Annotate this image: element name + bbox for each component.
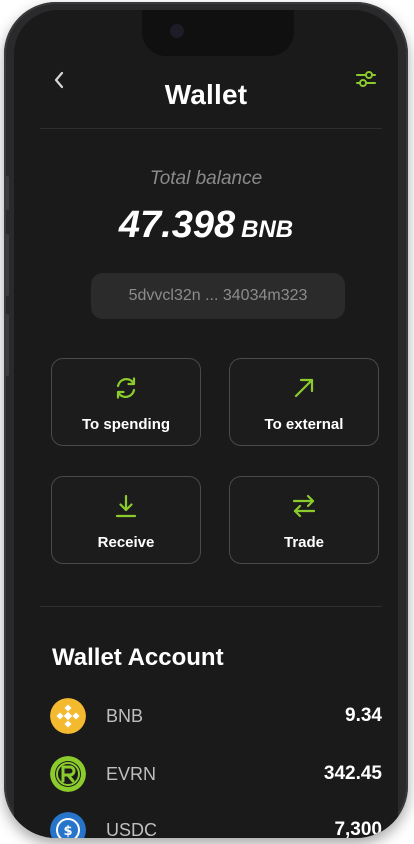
svg-text:$: $ [63, 824, 72, 838]
asset-name: BNB [106, 706, 144, 726]
asset-amount: 342.45 [323, 763, 382, 784]
usdc-coin-icon: $ [50, 812, 86, 838]
volume-up-button [4, 234, 9, 296]
camera-icon [170, 24, 184, 38]
refresh-icon [116, 377, 136, 399]
receive-label: Receive [97, 534, 155, 551]
to-external-button[interactable]: To external [229, 358, 379, 446]
asset-amount: 7,300 [334, 819, 382, 838]
download-icon [115, 494, 137, 518]
swap-arrows-icon [292, 494, 316, 518]
to-external-label: To external [264, 416, 344, 433]
receive-button[interactable]: Receive [51, 476, 201, 564]
balance-label: Total balance [149, 168, 263, 189]
wallet-account-title: Wallet Account [52, 644, 224, 671]
sliders-icon [356, 71, 376, 87]
balance-amount: 47.398 [118, 204, 236, 246]
wallet-address[interactable]: 5dvvcl32n ... 34034m323 [91, 273, 345, 319]
evrn-coin-icon [50, 756, 86, 792]
asset-name: USDC [106, 820, 158, 838]
settings-button[interactable] [354, 67, 378, 91]
bnb-coin-icon [50, 698, 86, 734]
phone-frame: Wallet Total balance 47.398 BNB 5dvvcl32n… [4, 2, 408, 838]
asset-row-bnb[interactable]: BNB 9.34 [50, 696, 384, 736]
arrow-up-right-icon [294, 378, 314, 398]
mute-switch [4, 176, 9, 210]
volume-down-button [4, 314, 9, 376]
asset-amount: 9.34 [345, 705, 382, 726]
header-divider [40, 128, 382, 129]
notch [142, 10, 294, 56]
total-balance: 47.398 BNB [14, 204, 398, 247]
header: Wallet [14, 65, 398, 125]
trade-button[interactable]: Trade [229, 476, 379, 564]
asset-name: EVRN [106, 764, 157, 784]
balance-unit: BNB [241, 216, 294, 243]
to-spending-button[interactable]: To spending [51, 358, 201, 446]
trade-label: Trade [283, 534, 325, 551]
section-divider [40, 606, 382, 607]
page-title: Wallet [164, 79, 248, 110]
wallet-screen: Wallet Total balance 47.398 BNB 5dvvcl32n… [14, 10, 398, 838]
to-spending-label: To spending [81, 416, 171, 433]
asset-row-evrn[interactable]: EVRN 342.45 [50, 754, 384, 794]
asset-row-usdc[interactable]: $ USDC 7,300 [50, 810, 384, 838]
